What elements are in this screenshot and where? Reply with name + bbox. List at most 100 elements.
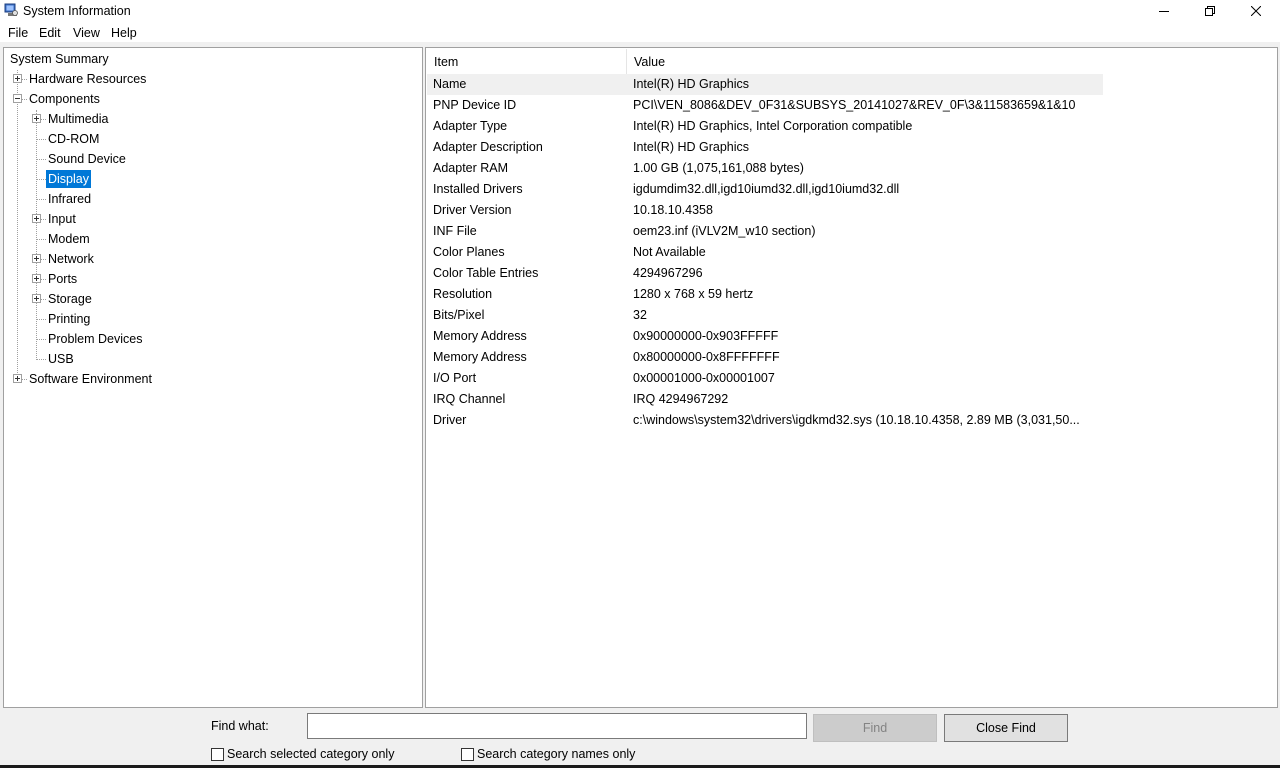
- column-header-item[interactable]: Item: [427, 49, 626, 75]
- cell-value: 0x90000000-0x903FFFFF: [633, 329, 779, 343]
- cell-value: 0x80000000-0x8FFFFFFF: [633, 350, 780, 364]
- close-icon: [1251, 6, 1261, 16]
- expand-plus-icon[interactable]: [32, 294, 41, 303]
- checkbox-label: Search category names only: [477, 747, 636, 761]
- tree-guide: [17, 70, 18, 381]
- cell-item: Adapter Type: [433, 119, 508, 133]
- cell-item: Adapter Description: [433, 140, 543, 154]
- tree-guide: [36, 179, 46, 180]
- tree-item-label: System Summary: [10, 52, 109, 66]
- table-row[interactable]: Resolution 1280 x 768 x 59 hertz: [427, 284, 1103, 305]
- title-bar: System Information: [0, 0, 1280, 22]
- checkbox-label: Search selected category only: [227, 747, 395, 761]
- cell-value: igdumdim32.dll,igd10iumd32.dll,igd10iumd…: [633, 182, 900, 196]
- table-row[interactable]: IRQ Channel IRQ 4294967292: [427, 389, 1103, 410]
- cell-value: oem23.inf (iVLV2M_w10 section): [633, 224, 816, 238]
- table-row[interactable]: Color Planes Not Available: [427, 242, 1103, 263]
- tree-item-label: Problem Devices: [48, 332, 143, 346]
- category-tree[interactable]: System Summary Hardware Resources Compon…: [3, 47, 423, 708]
- tree-guide: [36, 159, 46, 160]
- column-header-value[interactable]: Value: [627, 49, 1103, 75]
- table-row[interactable]: Driver Version 10.18.10.4358: [427, 200, 1103, 221]
- tree-guide: [36, 239, 46, 240]
- minimize-button[interactable]: [1141, 0, 1187, 22]
- column-divider[interactable]: [626, 49, 627, 75]
- table-row[interactable]: INF File oem23.inf (iVLV2M_w10 section): [427, 221, 1103, 242]
- find-what-input[interactable]: [307, 713, 807, 739]
- close-button[interactable]: [1233, 0, 1279, 22]
- details-list[interactable]: Item Value Name Intel(R) HD Graphics PNP…: [425, 47, 1278, 708]
- cell-value: 10.18.10.4358: [633, 203, 713, 217]
- cell-item: Adapter RAM: [433, 161, 509, 175]
- restore-button[interactable]: [1187, 0, 1233, 22]
- table-row[interactable]: Memory Address 0x80000000-0x8FFFFFFF: [427, 347, 1103, 368]
- cell-value: 1280 x 768 x 59 hertz: [633, 287, 754, 301]
- tree-item-label: Printing: [48, 312, 91, 326]
- cell-value: Intel(R) HD Graphics: [633, 77, 749, 91]
- cell-value: 32: [633, 308, 647, 322]
- tree-guide: [36, 139, 46, 140]
- window-title: System Information: [23, 4, 131, 18]
- tree-item-label: USB: [48, 352, 74, 366]
- cell-item: IRQ Channel: [433, 392, 506, 406]
- cell-value: 0x00001000-0x00001007: [633, 371, 775, 385]
- cell-item: Name: [433, 77, 467, 91]
- tree-item-label: Ports: [48, 272, 78, 286]
- tree-item-label: CD-ROM: [48, 132, 100, 146]
- find-button[interactable]: Find: [813, 714, 937, 742]
- cell-value: Intel(R) HD Graphics, Intel Corporation …: [633, 119, 913, 133]
- cell-item: Installed Drivers: [433, 182, 523, 196]
- collapse-minus-icon[interactable]: [13, 94, 22, 103]
- restore-icon: [1205, 6, 1215, 16]
- cell-item: Driver: [433, 413, 467, 427]
- table-row[interactable]: Name Intel(R) HD Graphics: [427, 74, 1103, 95]
- cell-item: INF File: [433, 224, 477, 238]
- cell-item: I/O Port: [433, 371, 477, 385]
- tree-guide: [36, 110, 37, 360]
- table-row[interactable]: Bits/Pixel 32: [427, 305, 1103, 326]
- checkbox-unchecked-icon[interactable]: [461, 748, 474, 761]
- expand-plus-icon[interactable]: [32, 214, 41, 223]
- menu-edit[interactable]: Edit: [39, 26, 61, 40]
- table-row[interactable]: PNP Device ID PCI\VEN_8086&DEV_0F31&SUBS…: [427, 95, 1103, 116]
- expand-plus-icon[interactable]: [32, 254, 41, 263]
- cell-value: 4294967296: [633, 266, 703, 280]
- cell-item: Color Table Entries: [433, 266, 539, 280]
- menu-view[interactable]: View: [73, 26, 100, 40]
- cell-value: IRQ 4294967292: [633, 392, 729, 406]
- cell-value: c:\windows\system32\drivers\igdkmd32.sys…: [633, 413, 1080, 427]
- table-row[interactable]: Installed Drivers igdumdim32.dll,igd10iu…: [427, 179, 1103, 200]
- tree-guide: [36, 319, 46, 320]
- menu-file[interactable]: File: [8, 26, 28, 40]
- cell-value: PCI\VEN_8086&DEV_0F31&SUBSYS_20141027&RE…: [633, 98, 1076, 112]
- expand-plus-icon[interactable]: [13, 74, 22, 83]
- tree-item-label: Software Environment: [29, 372, 152, 386]
- tree-item-label: Network: [48, 252, 94, 266]
- table-row[interactable]: Color Table Entries 4294967296: [427, 263, 1103, 284]
- table-row[interactable]: Driver c:\windows\system32\drivers\igdkm…: [427, 410, 1103, 431]
- system-info-icon: [4, 3, 18, 16]
- menu-help[interactable]: Help: [111, 26, 137, 40]
- tree-item-label: Display: [46, 170, 91, 188]
- tree-item-label: Input: [48, 212, 76, 226]
- table-row[interactable]: Memory Address 0x90000000-0x903FFFFF: [427, 326, 1103, 347]
- menu-bar: File Edit View Help: [0, 22, 1280, 42]
- expand-plus-icon[interactable]: [32, 114, 41, 123]
- table-row[interactable]: Adapter RAM 1.00 GB (1,075,161,088 bytes…: [427, 158, 1103, 179]
- cell-value: Intel(R) HD Graphics: [633, 140, 749, 154]
- table-row[interactable]: Adapter Type Intel(R) HD Graphics, Intel…: [427, 116, 1103, 137]
- tree-item-label: Multimedia: [48, 112, 109, 126]
- close-find-button[interactable]: Close Find: [944, 714, 1068, 742]
- tree-item-label: Infrared: [48, 192, 92, 206]
- tree-item-label: Modem: [48, 232, 90, 246]
- find-what-label: Find what:: [211, 719, 269, 733]
- checkbox-unchecked-icon[interactable]: [211, 748, 224, 761]
- table-row[interactable]: I/O Port 0x00001000-0x00001007: [427, 368, 1103, 389]
- tree-guide: [36, 199, 46, 200]
- expand-plus-icon[interactable]: [13, 374, 22, 383]
- expand-plus-icon[interactable]: [32, 274, 41, 283]
- table-row[interactable]: Adapter Description Intel(R) HD Graphics: [427, 137, 1103, 158]
- cell-value: Not Available: [633, 245, 706, 259]
- tree-item-label: Storage: [48, 292, 92, 306]
- cell-item: Memory Address: [433, 350, 527, 364]
